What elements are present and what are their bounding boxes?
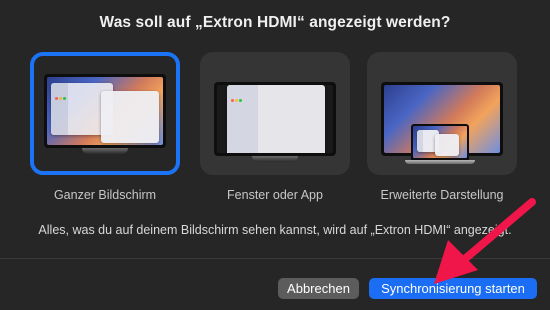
option-extended-display[interactable] (367, 52, 517, 175)
divider (0, 258, 550, 259)
monitor-icon (214, 82, 336, 156)
monitor-stand (252, 156, 298, 162)
window-preview (227, 85, 325, 153)
display-options: Ganzer Bildschirm Fenster oder App Erwei… (0, 52, 550, 212)
option-label-extended-display: Erweiterte Darstellung (380, 188, 504, 202)
screen-sharing-dialog: Was soll auf „Extron HDMI“ angezeigt wer… (0, 0, 550, 310)
window-preview-front (101, 91, 159, 143)
dialog-title: Was soll auf „Extron HDMI“ angezeigt wer… (99, 14, 451, 31)
monitor-stand (82, 148, 128, 154)
laptop-base (405, 160, 475, 164)
monitor-icon (44, 74, 166, 148)
desktop-wallpaper (47, 77, 163, 145)
cancel-button[interactable]: Abbrechen (278, 278, 359, 299)
option-window-or-app[interactable] (200, 52, 350, 175)
start-sync-button[interactable]: Synchronisierung starten (369, 278, 537, 299)
dialog-message: Alles, was du auf deinem Bildschirm sehe… (38, 223, 512, 237)
option-label-entire-screen: Ganzer Bildschirm (53, 188, 157, 202)
option-entire-screen[interactable] (30, 52, 180, 175)
laptop-icon (411, 124, 469, 160)
option-label-window-or-app: Fenster oder App (227, 188, 323, 202)
monitor-screen (217, 85, 333, 153)
